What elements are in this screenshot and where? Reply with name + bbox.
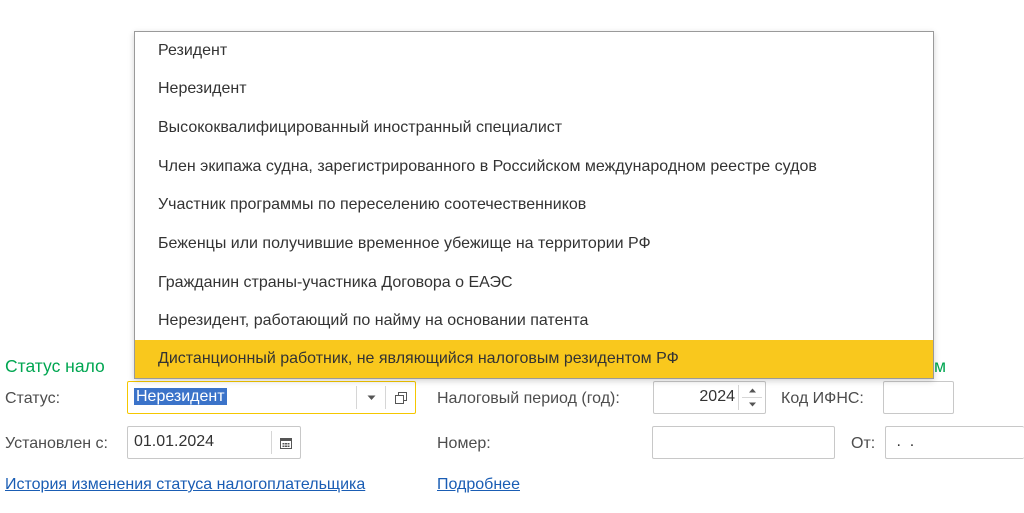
status-value: Нерезидент bbox=[134, 388, 227, 405]
dropdown-item-refugees[interactable]: Беженцы или получившие временное убежище… bbox=[135, 226, 933, 262]
dropdown-item-ship-crew[interactable]: Член экипажа судна, зарегистрированного … bbox=[135, 149, 933, 185]
status-field[interactable]: Нерезидент bbox=[127, 381, 416, 414]
number-field[interactable] bbox=[652, 426, 835, 459]
status-label: Статус: bbox=[5, 390, 61, 407]
tax-period-value: 2024 bbox=[699, 388, 735, 405]
established-field[interactable]: 01.01.2024 bbox=[127, 426, 301, 459]
section-title-tail: м bbox=[934, 356, 947, 376]
dropdown-item-resident[interactable]: Резидент bbox=[135, 33, 933, 69]
chevron-down-icon[interactable] bbox=[357, 382, 385, 413]
from-value: . . bbox=[892, 433, 915, 450]
spin-up-icon[interactable] bbox=[740, 384, 764, 397]
dropdown-item-eaeu[interactable]: Гражданин страны-участника Договора о ЕА… bbox=[135, 265, 933, 301]
established-value: 01.01.2024 bbox=[134, 433, 215, 450]
tax-period-field[interactable]: 2024 bbox=[653, 381, 766, 414]
dropdown-item-highly-qualified[interactable]: Высококвалифицированный иностранный спец… bbox=[135, 110, 933, 146]
ifns-label: Код ИФНС: bbox=[781, 390, 864, 407]
section-title: Статус нало bbox=[5, 356, 105, 376]
established-label: Установлен с: bbox=[5, 435, 108, 452]
details-link[interactable]: Подробнее bbox=[437, 476, 520, 494]
status-dropdown-list: Резидент Нерезидент Высококвалифицирован… bbox=[134, 31, 934, 379]
tax-period-label: Налоговый период (год): bbox=[437, 390, 620, 407]
open-window-icon[interactable] bbox=[386, 382, 415, 413]
spin-down-icon[interactable] bbox=[740, 398, 764, 411]
dropdown-item-remote-worker[interactable]: Дистанционный работник, не являющийся на… bbox=[135, 340, 933, 378]
ifns-field[interactable] bbox=[883, 381, 954, 414]
dropdown-item-patent[interactable]: Нерезидент, работающий по найму на основ… bbox=[135, 303, 933, 339]
spin-separator bbox=[738, 385, 739, 410]
dropdown-item-resettlement[interactable]: Участник программы по переселению соотеч… bbox=[135, 187, 933, 223]
from-field[interactable]: . . bbox=[885, 426, 1024, 459]
calendar-icon[interactable] bbox=[272, 427, 300, 458]
history-link[interactable]: История изменения статуса налогоплательщ… bbox=[5, 476, 365, 494]
dropdown-item-nonresident[interactable]: Нерезидент bbox=[135, 71, 933, 107]
number-label: Номер: bbox=[437, 435, 491, 452]
from-label: От: bbox=[851, 435, 876, 452]
